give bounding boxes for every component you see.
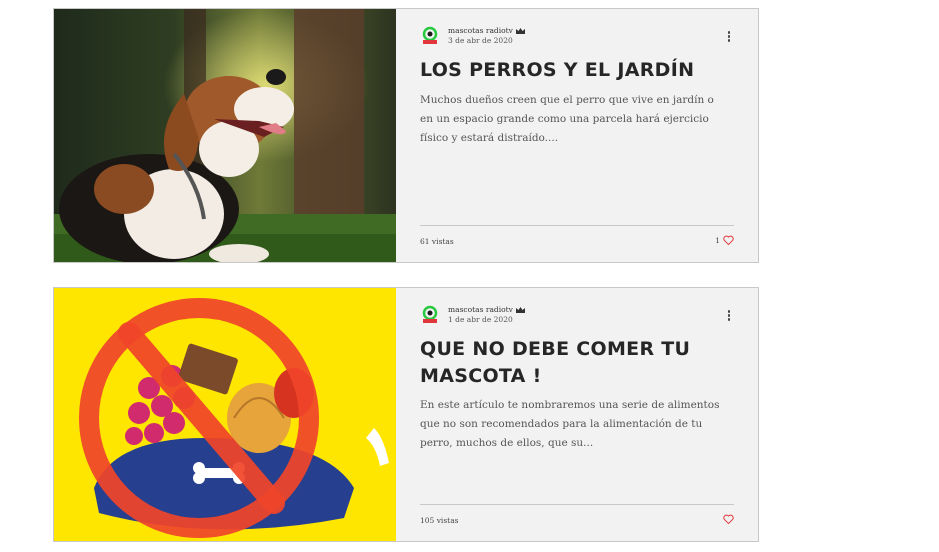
view-count: 105 vistas xyxy=(420,516,459,525)
author-avatar[interactable] xyxy=(420,26,440,46)
post-title[interactable]: QUE NO DEBE COMER TU MASCOTA ! xyxy=(420,336,720,390)
divider xyxy=(420,225,734,226)
post-cover-image[interactable] xyxy=(54,288,396,541)
crown-icon xyxy=(515,307,525,313)
divider xyxy=(420,504,734,505)
author-name[interactable]: mascotas radiotv xyxy=(448,26,513,36)
more-options-icon[interactable] xyxy=(726,31,732,45)
heart-icon[interactable] xyxy=(723,514,734,524)
like-count: 1 xyxy=(715,235,720,245)
post-date: 1 de abr de 2020 xyxy=(448,315,513,324)
author-avatar[interactable] xyxy=(420,305,440,325)
post-cover-image[interactable] xyxy=(54,9,396,262)
post-excerpt: En este artículo te nombraremos una seri… xyxy=(420,399,720,449)
post-title[interactable]: LOS PERROS Y EL JARDÍN xyxy=(420,57,720,84)
beagle-dog-photo xyxy=(54,9,396,262)
heart-icon[interactable] xyxy=(723,235,734,245)
crown-icon xyxy=(515,28,525,34)
more-options-icon[interactable] xyxy=(726,310,732,324)
blog-post-card[interactable]: mascotas radiotv 3 de abr de 2020 LOS PE… xyxy=(53,8,759,263)
view-count: 61 vistas xyxy=(420,237,454,246)
post-excerpt: Muchos dueños creen que el perro que viv… xyxy=(420,94,714,144)
post-date: 3 de abr de 2020 xyxy=(448,36,513,45)
author-name[interactable]: mascotas radiotv xyxy=(448,305,513,315)
forbidden-food-illustration xyxy=(54,288,396,541)
blog-post-card[interactable]: mascotas radiotv 1 de abr de 2020 QUE NO… xyxy=(53,287,759,542)
